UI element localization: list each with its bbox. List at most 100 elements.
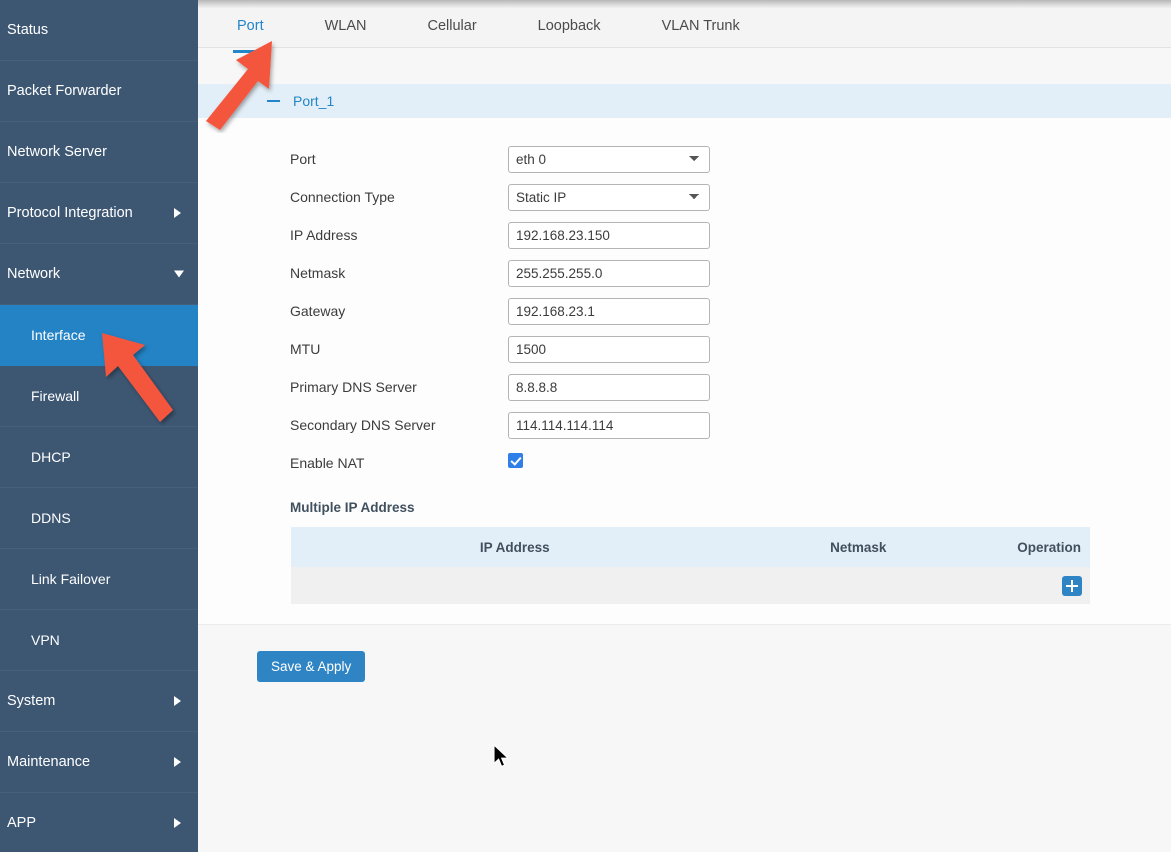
column-header-operation: Operation [978,527,1090,567]
sidebar-item-label: Status [7,22,49,38]
ip-address-input[interactable] [508,221,710,249]
label-gateway: Gateway [290,303,346,319]
sidebar-item-firewall[interactable]: Firewall [0,366,198,427]
sidebar-item-maintenance[interactable]: Maintenance [0,732,198,793]
field-enable-nat [508,453,523,473]
form-row-mtu: MTU [198,330,1171,368]
table-header-row: IP Address Netmask Operation [291,527,1090,567]
form-row-connection-type: Connection Type Static IP [198,178,1171,216]
multiple-ip-table-body [291,567,1090,604]
caret-right-icon [174,757,181,767]
sidebar-item-network[interactable]: Network [0,244,198,305]
sidebar-item-vpn[interactable]: VPN [0,610,198,671]
tab-label: VLAN Trunk [661,18,740,34]
port-form: Port eth 0 Connection Type Static IP IP … [198,118,1171,625]
field-ip-address [508,221,710,249]
field-netmask [508,259,710,287]
tab-loopback[interactable]: Loopback [538,8,601,48]
sidebar-item-label: Protocol Integration [7,205,133,221]
sidebar-item-label: Interface [31,327,86,343]
label-secondary-dns: Secondary DNS Server [290,417,436,433]
sidebar-item-label: VPN [31,632,60,648]
secondary-dns-input[interactable] [508,411,710,439]
action-bar: Save & Apply [198,625,1171,682]
sidebar-item-label: Network [7,266,61,282]
port-panel: Port_1 Port eth 0 Connection Type Static… [198,84,1171,625]
sidebar-item-label: System [7,693,56,709]
cell-netmask [738,567,979,604]
sidebar-item-label: APP [7,815,37,831]
tab-label: Loopback [537,18,601,34]
netmask-input[interactable] [508,259,710,287]
form-row-netmask: Netmask [198,254,1171,292]
main-content: Port WLAN Cellular Loopback VLAN Trunk P… [198,0,1171,852]
column-header-netmask: Netmask [738,527,979,567]
label-mtu: MTU [290,341,321,357]
column-header-ip-address: IP Address [291,527,739,567]
field-gateway [508,297,710,325]
sidebar-item-packet-forwarder[interactable]: Packet Forwarder [0,61,198,122]
sidebar-item-label: DHCP [31,449,71,465]
sidebar-item-label: Network Server [7,144,107,160]
tab-label: WLAN [324,18,367,34]
sidebar-item-link-failover[interactable]: Link Failover [0,549,198,610]
label-netmask: Netmask [290,265,346,281]
sidebar-item-label: Link Failover [31,571,111,587]
field-port: eth 0 [508,145,710,173]
panel-top-spacer [198,48,1171,84]
field-secondary-dns [508,411,710,439]
tab-label: Port [237,18,264,34]
sidebar-item-label: Firewall [31,388,80,404]
window-header-bar [198,0,1171,8]
multiple-ip-title: Multiple IP Address [290,500,415,515]
enable-nat-checkbox[interactable] [508,453,523,468]
field-primary-dns [508,373,710,401]
label-enable-nat: Enable NAT [290,455,365,471]
caret-down-icon [174,270,184,278]
form-row-enable-nat: Enable NAT [198,444,1171,482]
tab-wlan[interactable]: WLAN [325,8,367,48]
form-row-port: Port eth 0 [198,140,1171,178]
tab-cellular[interactable]: Cellular [428,8,477,48]
sidebar-item-network-server[interactable]: Network Server [0,122,198,183]
sidebar-item-dhcp[interactable]: DHCP [0,427,198,488]
form-row-gateway: Gateway [198,292,1171,330]
field-mtu [508,335,710,363]
mtu-input[interactable] [508,335,710,363]
sidebar-item-system[interactable]: System [0,671,198,732]
caret-right-icon [174,818,181,828]
sidebar-item-protocol-integration[interactable]: Protocol Integration [0,183,198,244]
minus-icon[interactable] [267,100,280,102]
section-header-port-1[interactable]: Port_1 [198,84,1171,118]
label-connection-type: Connection Type [290,189,395,205]
sidebar-item-status[interactable]: Status [0,0,198,61]
primary-dns-input[interactable] [508,373,710,401]
form-row-secondary-dns: Secondary DNS Server [198,406,1171,444]
sidebar-item-label: Maintenance [7,754,91,770]
sidebar-item-app[interactable]: APP [0,793,198,852]
gateway-input[interactable] [508,297,710,325]
table-row [291,567,1090,604]
sidebar-item-ddns[interactable]: DDNS [0,488,198,549]
tab-bar: Port WLAN Cellular Loopback VLAN Trunk [198,8,1171,53]
multiple-ip-table-head: IP Address Netmask Operation [291,527,1090,567]
tab-vlan-trunk[interactable]: VLAN Trunk [662,8,740,48]
form-row-primary-dns: Primary DNS Server [198,368,1171,406]
sidebar-item-label: DDNS [31,510,71,526]
label-port: Port [290,151,316,167]
tab-label: Cellular [427,18,477,34]
caret-right-icon [174,208,181,218]
section-title: Port_1 [293,93,335,109]
save-and-apply-button[interactable]: Save & Apply [257,651,366,682]
tab-port[interactable]: Port [233,8,268,53]
connection-type-select[interactable]: Static IP [508,183,710,211]
content-wrapper: Port_1 Port eth 0 Connection Type Static… [198,48,1171,682]
sidebar-item-interface[interactable]: Interface [0,305,198,366]
cell-operation [978,567,1090,604]
label-ip-address: IP Address [290,227,358,243]
label-primary-dns: Primary DNS Server [290,379,417,395]
plus-icon[interactable] [1062,575,1082,596]
port-select[interactable]: eth 0 [508,145,710,173]
sidebar-item-label: Packet Forwarder [7,83,122,99]
form-row-ip-address: IP Address [198,216,1171,254]
